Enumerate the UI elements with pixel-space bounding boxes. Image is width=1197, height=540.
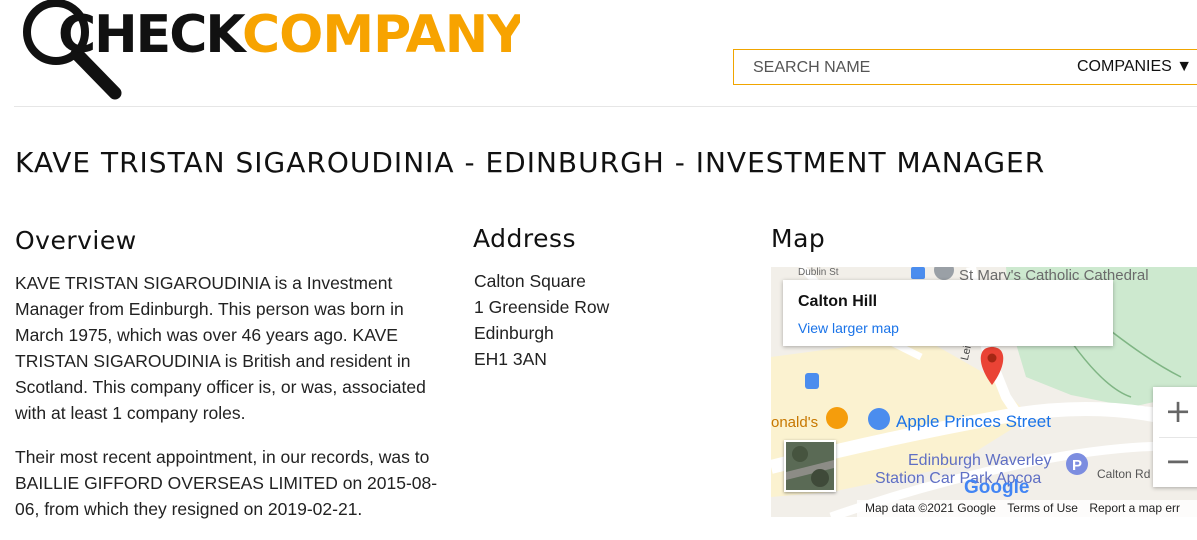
restaurant-icon[interactable] [826,407,848,429]
logo-text-check: CHECK [58,5,247,65]
address-line: Edinburgh [474,323,554,343]
overview-heading: Overview [15,226,137,255]
terms-of-use-link[interactable]: Terms of Use [1007,501,1078,515]
svg-text:P: P [1072,457,1082,474]
map-label: Apple Princes Street [896,412,1051,431]
page-title: KAVE TRISTAN SIGAROUDINIA - EDINBURGH - … [15,146,1046,179]
zoom-divider [1159,437,1197,438]
map-heading: Map [771,224,826,253]
map-info-card: Calton Hill View larger map [783,280,1113,346]
shopping-icon[interactable] [868,408,890,430]
zoom-out-button[interactable]: − [1153,437,1197,487]
map-label: Calton Rd [1097,467,1151,481]
map-data-text: Map data ©2021 Google [865,501,996,515]
satellite-toggle[interactable] [784,440,836,492]
address-line: EH1 3AN [474,349,547,369]
address-line: 1 Greenside Row [474,297,610,317]
map-label: Dublin St [798,267,839,278]
zoom-in-button[interactable]: + [1153,387,1197,437]
address-heading: Address [473,224,577,253]
transit-icon[interactable] [911,267,925,279]
map-attribution: Map data ©2021 Google Terms of Use Repor… [857,500,1197,517]
overview-text: KAVE TRISTAN SIGAROUDINIA is a Investmen… [15,270,455,540]
search-input[interactable] [751,50,1055,86]
address-line: Calton Square [474,271,586,291]
map-embed[interactable]: P Dublin St St Mary's Catholic Cathedral… [771,267,1197,517]
google-logo: Google [964,477,1030,498]
logo-text-company: COMPANY [242,5,520,65]
search-type-dropdown[interactable]: COMPANIES ▼ [1077,50,1192,84]
zoom-controls: + − [1153,387,1197,487]
transit-icon[interactable] [805,373,819,389]
header-divider [14,106,1197,107]
address-block: Calton Square 1 Greenside Row Edinburgh … [474,268,609,372]
map-place-name: Calton Hill [798,293,878,310]
overview-paragraph: Their most recent appointment, in our re… [15,447,438,519]
view-larger-map-link[interactable]: View larger map [798,320,899,336]
map-label: onald's [771,414,819,431]
search-bar: COMPANIES ▼ [733,49,1197,86]
report-map-error-link[interactable]: Report a map err [1089,501,1180,515]
map-label: Edinburgh Waverley [908,452,1052,469]
overview-paragraph: KAVE TRISTAN SIGAROUDINIA is a Investmen… [15,273,426,423]
checkcompany-logo[interactable]: CHECK COMPANY [20,0,520,100]
